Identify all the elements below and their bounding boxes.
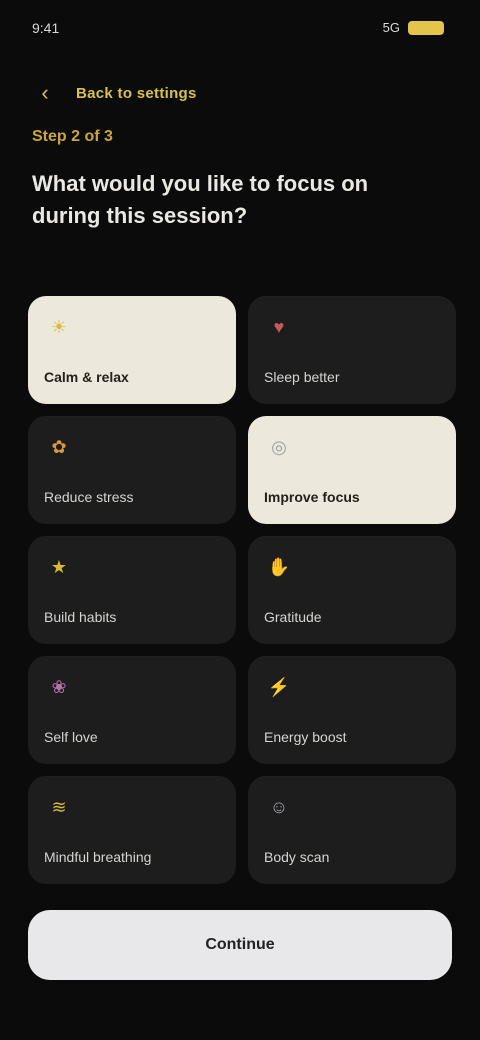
back-label[interactable]: Back to settings	[76, 85, 197, 102]
option-card[interactable]: ⚡ Energy boost	[248, 656, 456, 764]
leaf-icon: ✿	[51, 436, 67, 457]
option-card[interactable]: ✿ Reduce stress	[28, 416, 236, 524]
option-label: Mindful breathing	[44, 849, 152, 865]
chevron-left-icon[interactable]: ‹	[32, 80, 58, 106]
option-label: Energy boost	[264, 729, 347, 745]
continue-button[interactable]: Continue	[28, 910, 452, 980]
option-card[interactable]: ☺ Body scan	[248, 776, 456, 884]
step-indicator: Step 2 of 3	[32, 128, 113, 145]
flower-icon: ❀	[51, 676, 67, 697]
status-right: 5G	[383, 20, 444, 35]
heart-icon: ♥	[273, 316, 285, 337]
page-title: What would you like to focus on during t…	[32, 171, 369, 228]
hand-icon: ✋	[267, 556, 291, 577]
battery-icon	[408, 20, 444, 35]
option-label: Calm & relax	[44, 369, 129, 385]
star-icon: ★	[50, 556, 68, 577]
options-grid: ☀ Calm & relax ♥ Sleep better ✿ Reduce s…	[28, 296, 456, 884]
status-bar: 9:41 5G	[0, 0, 480, 56]
clock: 9:41	[32, 20, 60, 36]
option-card[interactable]: ☀ Calm & relax	[28, 296, 236, 404]
option-card[interactable]: ≋ Mindful breathing	[28, 776, 236, 884]
option-label: Improve focus	[264, 489, 360, 505]
person-icon: ☺	[269, 796, 289, 817]
option-label: Self love	[44, 729, 98, 745]
option-card[interactable]: ◎ Improve focus	[248, 416, 456, 524]
option-card[interactable]: ❀ Self love	[28, 656, 236, 764]
bolt-icon: ⚡	[267, 676, 291, 697]
status-left: 9:41	[32, 20, 59, 36]
option-label: Sleep better	[264, 369, 340, 385]
option-label: Body scan	[264, 849, 330, 865]
wind-icon: ≋	[51, 796, 67, 817]
option-label: Gratitude	[264, 609, 322, 625]
focus-selection-screen: 9:41 5G ‹ Back to settings Step 2 of 3 W…	[0, 0, 480, 1040]
option-label: Reduce stress	[44, 489, 134, 505]
option-card[interactable]: ♥ Sleep better	[248, 296, 456, 404]
target-icon: ◎	[271, 436, 287, 457]
option-card[interactable]: ✋ Gratitude	[248, 536, 456, 644]
sun-icon: ☀	[50, 316, 68, 337]
signal-indicator: 5G	[382, 20, 400, 35]
option-card[interactable]: ★ Build habits	[28, 536, 236, 644]
back-row[interactable]: ‹ Back to settings	[32, 80, 197, 106]
option-label: Build habits	[44, 609, 117, 625]
